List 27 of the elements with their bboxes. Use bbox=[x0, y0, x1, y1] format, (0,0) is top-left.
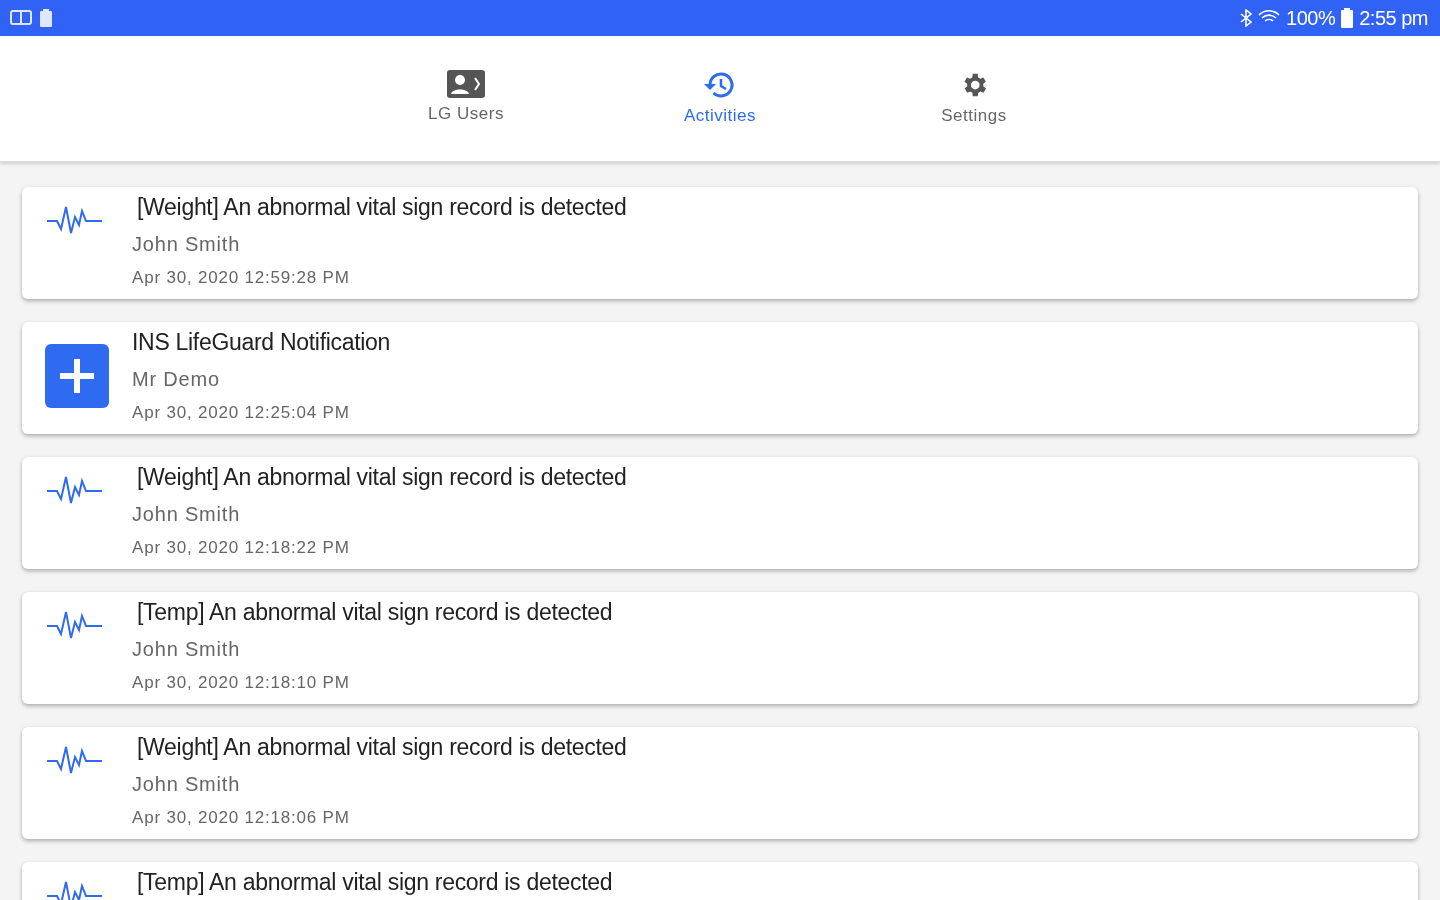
activity-card[interactable]: [Temp] An abnormal vital sign record is detected bbox=[22, 862, 1418, 900]
activity-card[interactable]: INS LifeGuard Notification Mr Demo Apr 30, 2020 12:25:04 PM bbox=[22, 322, 1418, 434]
activity-title: [Weight] An abnormal vital sign record is detected bbox=[137, 734, 627, 761]
clock: 2:55 pm bbox=[1359, 6, 1428, 30]
person-name: John Smith bbox=[132, 233, 242, 256]
activity-time: Apr 30, 2020 12:25:04 PM bbox=[132, 403, 351, 423]
activity-card[interactable]: [Temp] An abnormal vital sign record is detected John Smith Apr 30, 2020 12:18:10 PM bbox=[22, 592, 1418, 704]
activity-time: Apr 30, 2020 12:18:10 PM bbox=[132, 673, 351, 693]
activity-card[interactable]: [Weight] An abnormal vital sign record is detected John Smith Apr 30, 2020 12:18:06 PM bbox=[22, 727, 1418, 839]
battery-level: 100% bbox=[1286, 6, 1336, 30]
activity-title: INS LifeGuard Notification bbox=[132, 329, 391, 356]
activity-time: Apr 30, 2020 12:59:28 PM bbox=[132, 268, 351, 288]
activity-title: [Temp] An abnormal vital sign record is detected bbox=[137, 869, 613, 896]
activity-time: Apr 30, 2020 12:18:06 PM bbox=[132, 808, 351, 828]
tab[interactable]: Activities bbox=[645, 36, 795, 161]
tab[interactable]: LG Users bbox=[391, 36, 541, 161]
tab[interactable]: Settings bbox=[899, 36, 1049, 161]
activity-card[interactable]: [Weight] An abnormal vital sign record is detected John Smith Apr 30, 2020 12:59:28 PM bbox=[22, 187, 1418, 299]
person-name: John Smith bbox=[132, 638, 242, 661]
activity-card[interactable]: [Weight] An abnormal vital sign record is detected John Smith Apr 30, 2020 12:18:22 PM bbox=[22, 457, 1418, 569]
person-name: John Smith bbox=[132, 503, 242, 526]
activity-time: Apr 30, 2020 12:18:22 PM bbox=[132, 538, 351, 558]
person-name: John Smith bbox=[132, 773, 242, 796]
person-name: Mr Demo bbox=[132, 368, 221, 391]
activity-title: [Weight] An abnormal vital sign record is detected bbox=[137, 194, 627, 221]
activity-title: [Temp] An abnormal vital sign record is detected bbox=[137, 599, 613, 626]
activity-title: [Weight] An abnormal vital sign record is detected bbox=[137, 464, 627, 491]
